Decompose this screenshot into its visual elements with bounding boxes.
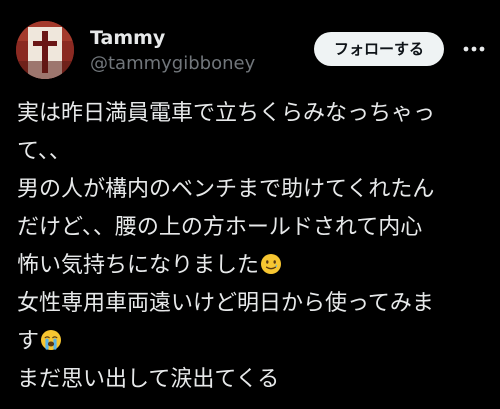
tweet-text-line: 男の人が構内のベンチまで助けてくれたん	[17, 171, 487, 209]
author-handle[interactable]: @tammygibboney	[90, 52, 255, 76]
avatar-image	[16, 21, 74, 79]
tweet-text-segment: て、、	[17, 139, 71, 164]
tweet-header: Tammy @tammygibboney フォローする	[0, 0, 500, 95]
smiling-face-with-tear-icon	[260, 253, 282, 275]
tweet-text-line: 怖い気持ちになりました	[17, 247, 487, 285]
tweet-text-segment: 男の人が構内のベンチまで助けてくれたん	[17, 177, 435, 202]
tweet-text: 実は昨日満員電車で立ちくらみなっちゃっ て、、 男の人が構内のベンチまで助けてく…	[17, 95, 487, 399]
tweet-card: Tammy @tammygibboney フォローする 実は昨日満員電車で立ちく…	[0, 0, 500, 409]
author-display-name[interactable]: Tammy	[90, 26, 255, 50]
tweet-text-line: 女性専用車両遠いけど明日から使ってみま	[17, 285, 487, 323]
tweet-text-segment: 実は昨日満員電車で立ちくらみなっちゃっ	[17, 101, 436, 126]
tweet-text-segment: だけど、、腰の上の方ホールドされて内心	[17, 215, 423, 240]
tweet-text-line: て、、	[17, 133, 487, 171]
tweet-text-segment: 怖い気持ちになりました	[17, 253, 260, 278]
tweet-text-segment: 女性専用車両遠いけど明日から使ってみま	[17, 291, 434, 316]
follow-button[interactable]: フォローする	[314, 32, 444, 66]
avatar[interactable]	[16, 21, 74, 79]
tweet-text-line: まだ思い出して涙出てくる	[17, 361, 487, 399]
more-button[interactable]	[460, 33, 488, 65]
more-horizontal-icon	[463, 46, 485, 52]
author-info: Tammy @tammygibboney	[90, 26, 255, 76]
loudly-crying-face-icon	[40, 329, 62, 351]
tweet-text-line: 実は昨日満員電車で立ちくらみなっちゃっ	[17, 95, 487, 133]
tweet-text-line: だけど、、腰の上の方ホールドされて内心	[17, 209, 487, 247]
tweet-text-segment: す	[17, 329, 40, 354]
tweet-text-line: す	[17, 323, 487, 361]
tweet-text-segment: まだ思い出して涙出てくる	[17, 367, 280, 392]
